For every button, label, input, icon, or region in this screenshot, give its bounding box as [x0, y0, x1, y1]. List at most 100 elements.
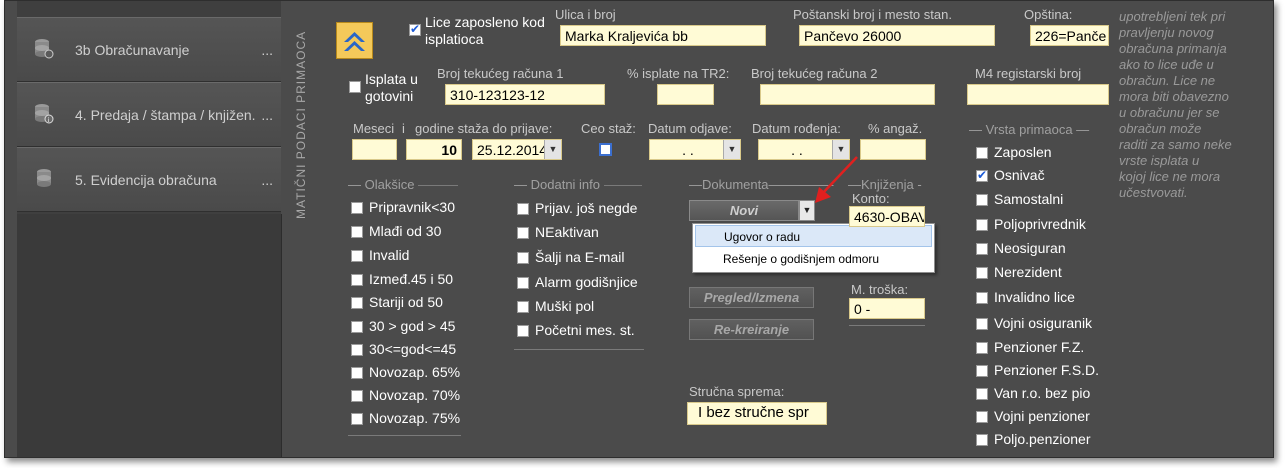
sidebar-item-label: 5. Evidencija obračuna — [75, 172, 217, 188]
checkbox-label: Izmeđ.45 i 50 — [369, 271, 454, 287]
collapse-up-button[interactable] — [336, 22, 373, 59]
opstina-label: Opština: — [1024, 7, 1073, 22]
sidebar-item-predaja[interactable]: i 4. Predaja / štampa / knjižen... ... — [17, 82, 281, 147]
database-icon — [33, 168, 53, 190]
novi-button[interactable]: Novi — [689, 200, 799, 221]
vrsta-header: — Vrsta primaoca — — [969, 122, 1090, 137]
pregled-izmena-button[interactable]: Pregled/Izmena — [689, 287, 814, 308]
checkbox[interactable] — [351, 226, 363, 238]
checkbox[interactable] — [351, 297, 363, 309]
rekreiranje-button[interactable]: Re-kreiranje — [689, 319, 814, 340]
pct-tr2-input[interactable] — [657, 84, 714, 105]
main-window: 3b Obračunavanje ... i 4. Predaja / štam… — [4, 0, 1274, 458]
checkbox-label: NEaktivan — [535, 224, 599, 240]
checkbox[interactable] — [517, 277, 529, 289]
checkbox[interactable] — [976, 342, 988, 354]
opstina-input[interactable]: 226=Panče — [1030, 25, 1109, 46]
checkbox[interactable] — [351, 367, 363, 379]
checkbox[interactable] — [517, 203, 529, 215]
checkbox-label: Nerezident — [994, 264, 1062, 280]
lice-zaposleno-checkbox[interactable] — [409, 22, 421, 36]
checkbox-label: Zaposlen — [994, 144, 1052, 160]
divider — [514, 349, 644, 350]
checkbox[interactable] — [517, 252, 529, 264]
knjizenja-title: Knjiženja - — [861, 177, 922, 192]
konto-input[interactable]: 4630-OBAV — [849, 206, 925, 227]
checkbox[interactable] — [976, 243, 988, 255]
staz-date-picker[interactable]: 25.12.2014 ▼ — [472, 139, 562, 160]
godine-input[interactable]: 10 — [406, 139, 462, 160]
mtroska-input[interactable]: 0 - — [849, 298, 925, 319]
double-chevron-up-icon — [344, 32, 365, 51]
checkbox[interactable] — [976, 147, 988, 159]
checkbox-label: Poljo.penzioner — [994, 431, 1091, 447]
checkbox-label: Muški pol — [535, 298, 595, 314]
checkbox[interactable] — [351, 321, 363, 333]
chevron-down-icon[interactable]: ▼ — [544, 140, 561, 159]
novi-dropdown-menu: Ugovor o radu Rešenje o godišnjem odmoru — [692, 223, 935, 273]
checkbox-label: Vojni penzioner — [994, 408, 1090, 424]
isplata-gotovini-checkbox[interactable] — [349, 81, 361, 93]
konto-label: Konto: — [852, 191, 890, 206]
checkbox[interactable] — [351, 274, 363, 286]
note-line: obračun može — [1119, 121, 1202, 136]
checkbox[interactable] — [976, 267, 988, 279]
note-line: kojoj lice ne mora — [1119, 169, 1221, 184]
racun1-label: Broj tekućeg računa 1 — [437, 66, 564, 81]
checkbox-label: Invalidno lice — [994, 289, 1075, 305]
checkbox[interactable] — [517, 325, 529, 337]
angaz-input[interactable] — [860, 139, 926, 160]
checkbox-label: Samostalni — [994, 191, 1064, 207]
checkbox[interactable] — [976, 292, 988, 304]
checkbox-label: Penzioner F.S.D. — [994, 362, 1100, 378]
olaksice-title: Olakšice — [364, 177, 415, 192]
sidebar-item-evidencija[interactable]: 5. Evidencija obračuna ... — [17, 147, 281, 212]
angaz-label: % angaž. — [868, 121, 923, 136]
note-line: obračuna primanja — [1119, 41, 1227, 56]
checkbox[interactable] — [351, 413, 363, 425]
i-label: i — [402, 121, 405, 136]
checkbox[interactable] — [976, 318, 988, 330]
checkbox[interactable] — [351, 202, 363, 214]
checkbox[interactable] — [976, 365, 988, 377]
checkbox-label: Alarm godišnjice — [535, 274, 638, 290]
checkbox[interactable] — [976, 388, 988, 400]
checkbox[interactable] — [517, 301, 529, 313]
ulica-input[interactable]: Marka Kraljevića bb — [560, 25, 766, 46]
isplata-gotovini-label: Isplata u gotovini — [365, 71, 418, 104]
m4-input[interactable] — [967, 84, 1109, 105]
ceo-staz-checkbox[interactable] — [599, 143, 612, 156]
ceo-staz-label: Ceo staž: — [581, 121, 636, 136]
section-label-text: MATIČNI PODACI PRIMAOCA — [294, 30, 308, 219]
section-vertical-label: MATIČNI PODACI PRIMAOCA — [286, 1, 316, 457]
chevron-down-icon[interactable]: ▼ — [723, 140, 740, 159]
checkbox-checked[interactable] — [976, 168, 988, 182]
checkbox[interactable] — [976, 219, 988, 231]
checkbox-label: Van r.o. bez pio — [994, 385, 1091, 401]
checkbox[interactable] — [351, 344, 363, 356]
datum-rodjenja-label: Datum rođenja: — [752, 121, 841, 136]
sidebar-item-obracunavanje[interactable]: 3b Obračunavanje ... — [17, 17, 281, 82]
note-line: ako to lice uđe u — [1119, 57, 1214, 72]
racun2-input[interactable] — [760, 84, 935, 105]
menu-item-resenje[interactable]: Rešenje o godišnjem odmoru — [695, 248, 932, 270]
database-gear-icon — [33, 38, 54, 60]
meseci-input[interactable] — [352, 139, 397, 160]
checkbox[interactable] — [976, 194, 988, 206]
checkbox[interactable] — [351, 390, 363, 402]
strucna-label: Stručna sprema: — [689, 384, 785, 399]
racun1-input[interactable]: 310-123123-12 — [445, 84, 605, 105]
strucna-input[interactable]: I bez stručne spr — [687, 402, 827, 425]
datum-odjave-picker[interactable]: . . ▼ — [649, 139, 741, 160]
checkbox[interactable] — [351, 250, 363, 262]
racun2-label: Broj tekućeg računa 2 — [751, 66, 878, 81]
divider — [849, 325, 925, 326]
checkbox-label: Stariji od 50 — [369, 294, 443, 310]
checkbox[interactable] — [517, 227, 529, 239]
checkbox-label: Novozap. 65% — [369, 364, 461, 380]
checkbox[interactable] — [976, 434, 988, 446]
checkbox[interactable] — [976, 411, 988, 423]
menu-item-ugovor[interactable]: Ugovor o radu — [695, 225, 932, 247]
note-line: mora biti obavezno — [1119, 89, 1229, 104]
postanski-input[interactable]: Pančevo 26000 — [799, 25, 995, 46]
